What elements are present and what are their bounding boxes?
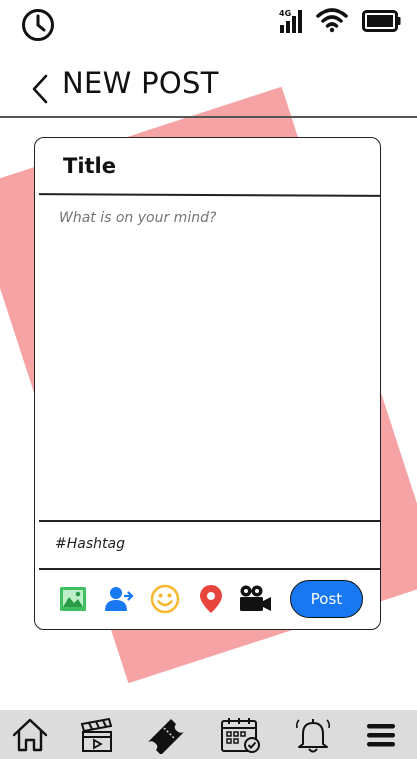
title-input[interactable]: Title — [63, 154, 116, 178]
clapperboard-icon[interactable] — [78, 716, 116, 754]
ticket-icon[interactable] — [145, 716, 187, 754]
home-icon[interactable] — [11, 716, 49, 754]
post-body-input[interactable] — [59, 210, 359, 510]
divider — [39, 520, 381, 522]
header-divider — [0, 116, 417, 118]
post-button[interactable]: Post — [290, 580, 363, 618]
clock-icon — [22, 9, 54, 41]
calendar-icon[interactable] — [220, 716, 262, 754]
post-card: Title #Hashtag Post — [34, 137, 382, 630]
page-title: NEW POST — [62, 66, 219, 100]
divider — [39, 568, 381, 570]
location-pin-icon[interactable] — [195, 583, 227, 615]
hashtag-input[interactable]: #Hashtag — [55, 536, 125, 552]
divider — [38, 193, 382, 197]
menu-icon[interactable] — [364, 716, 398, 754]
cellular-signal-icon: 4G — [279, 9, 302, 33]
wifi-icon — [316, 8, 348, 33]
bell-icon[interactable] — [294, 716, 332, 754]
header: NEW POST — [0, 58, 417, 116]
photo-icon[interactable] — [57, 583, 89, 615]
chevron-left-icon[interactable] — [28, 72, 52, 106]
status-bar: 4G — [0, 0, 417, 48]
bottom-nav — [0, 710, 417, 759]
svg-text:4G: 4G — [279, 9, 291, 18]
battery-icon — [362, 10, 401, 32]
tag-person-icon[interactable] — [103, 583, 135, 615]
video-camera-icon[interactable] — [237, 583, 273, 615]
emoji-icon[interactable] — [149, 583, 181, 615]
